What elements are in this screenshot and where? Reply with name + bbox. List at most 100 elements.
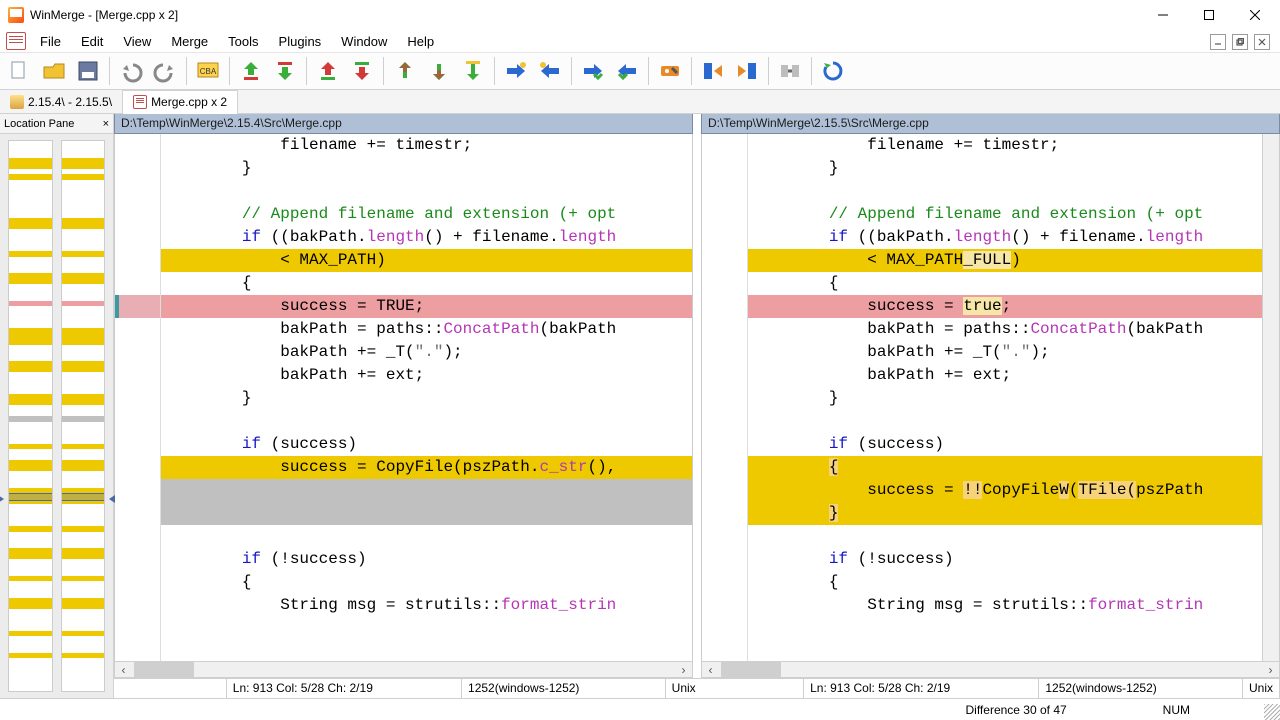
code-line[interactable]: } [161,157,692,180]
code-line[interactable]: if (success) [161,433,692,456]
tab-2-15-4-2-15-5-[interactable]: 2.15.4\ - 2.15.5\ [0,90,123,113]
toolbar-diff-first-green-button[interactable] [235,55,267,87]
code-line[interactable]: } [748,502,1262,525]
toolbar-refresh-button[interactable] [817,55,849,87]
code-line[interactable]: bakPath = paths::ConcatPath(bakPath [161,318,692,341]
code-line[interactable]: < MAX_PATH) [161,249,692,272]
code-line[interactable]: if ((bakPath.length() + filename.length [161,226,692,249]
document-icon[interactable] [6,32,26,50]
gutter-cell [702,548,747,571]
menu-merge[interactable]: Merge [161,32,218,51]
tab-merge-cpp-x-2[interactable]: Merge.cpp x 2 [123,90,238,114]
code-line[interactable]: // Append filename and extension (+ opt [748,203,1262,226]
location-mark [9,251,52,257]
toolbar-settings-wrench-button[interactable] [654,55,686,87]
code-line[interactable]: String msg = strutils::format_strin [161,594,692,617]
menu-edit[interactable]: Edit [71,32,113,51]
toolbar-copy-right-button[interactable] [500,55,532,87]
code-line[interactable]: if (!success) [748,548,1262,571]
code-line[interactable]: filename += timestr; [161,134,692,157]
code-line[interactable] [161,410,692,433]
code-line[interactable]: // Append filename and extension (+ opt [161,203,692,226]
horizontal-scrollbar-left[interactable]: ‹› [114,661,693,678]
code-line[interactable]: bakPath += ext; [161,364,692,387]
code-line[interactable] [161,180,692,203]
code-line[interactable]: { [748,456,1262,479]
code-line[interactable]: String msg = strutils::format_strin [748,594,1262,617]
toolbar-copy-right-adv-button[interactable] [577,55,609,87]
location-cursor[interactable] [9,493,52,501]
doc-icon [133,95,147,109]
toolbar-all-right-button[interactable] [697,55,729,87]
mdi-restore-button[interactable] [1232,34,1248,50]
location-cursor[interactable] [62,493,105,501]
code-line[interactable]: } [748,387,1262,410]
toolbar-jump-down-button[interactable] [423,55,455,87]
toolbar-new-button[interactable] [4,55,36,87]
gutter-cell [702,249,747,272]
toolbar-copy-left-button[interactable] [534,55,566,87]
toolbar-jump-to-button[interactable] [457,55,489,87]
menu-tools[interactable]: Tools [218,32,268,51]
toolbar-redo-button[interactable] [149,55,181,87]
toolbar-all-left-button[interactable] [731,55,763,87]
code-line[interactable]: bakPath += _T("."); [748,341,1262,364]
code-line[interactable]: bakPath += ext; [748,364,1262,387]
code-line[interactable]: { [748,571,1262,594]
code-line[interactable] [748,410,1262,433]
code-line[interactable]: bakPath = paths::ConcatPath(bakPath [748,318,1262,341]
vertical-scrollbar[interactable] [1262,134,1279,661]
code-line[interactable]: } [161,387,692,410]
mdi-close-button[interactable] [1254,34,1270,50]
code-line[interactable]: { [161,272,692,295]
code-line[interactable]: success = !!CopyFileW(TFile(pszPath [748,479,1262,502]
path-label-right[interactable]: D:\Temp\WinMerge\2.15.5\Src\Merge.cpp [701,114,1280,134]
menu-window[interactable]: Window [331,32,397,51]
toolbar-copy-left-adv-button[interactable] [611,55,643,87]
toolbar-open-button[interactable] [38,55,70,87]
code-line[interactable]: { [748,272,1262,295]
minimize-button[interactable] [1140,0,1186,30]
menu-file[interactable]: File [30,32,71,51]
mdi-minimize-button[interactable] [1210,34,1226,50]
close-button[interactable] [1232,0,1278,30]
code-line[interactable]: success = TRUE; [161,295,692,318]
location-strip-left[interactable] [8,140,53,692]
code-line[interactable] [161,502,692,525]
toolbar-undo-button[interactable] [115,55,147,87]
toolbar-merge-center-button[interactable] [774,55,806,87]
code-line[interactable] [161,479,692,502]
gutter-cell [115,318,160,341]
code-line[interactable]: bakPath += _T("."); [161,341,692,364]
code-line[interactable]: { [161,571,692,594]
code-line[interactable]: filename += timestr; [748,134,1262,157]
path-label-left[interactable]: D:\Temp\WinMerge\2.15.4\Src\Merge.cpp [114,114,693,134]
code-line[interactable]: if (success) [748,433,1262,456]
toolbar-highlight-abc-button[interactable]: CBA [192,55,224,87]
menu-view[interactable]: View [113,32,161,51]
code-line[interactable] [748,525,1262,548]
toolbar-jump-up-button[interactable] [389,55,421,87]
code-line[interactable]: < MAX_PATH_FULL) [748,249,1262,272]
location-strip-right[interactable] [61,140,106,692]
toolbar-save-button[interactable] [72,55,104,87]
code-line[interactable]: success = CopyFile(pszPath.c_str(), [161,456,692,479]
location-pane-close-icon[interactable]: × [103,118,109,130]
code-line[interactable] [161,525,692,548]
menu-plugins[interactable]: Plugins [269,32,332,51]
toolbar-diff-last-red-button[interactable] [312,55,344,87]
code-line[interactable]: if ((bakPath.length() + filename.length [748,226,1262,249]
code-line[interactable] [748,180,1262,203]
menu-help[interactable]: Help [397,32,444,51]
maximize-button[interactable] [1186,0,1232,30]
code-right[interactable]: filename += timestr; } // Append filenam… [748,134,1262,617]
toolbar-diff-prev-red-button[interactable] [346,55,378,87]
code-line[interactable]: success = true; [748,295,1262,318]
horizontal-scrollbar-right[interactable]: ‹› [701,661,1280,678]
gutter-cell [702,341,747,364]
toolbar-diff-next-green-button[interactable] [269,55,301,87]
code-left[interactable]: filename += timestr; } // Append filenam… [161,134,692,617]
code-line[interactable]: } [748,157,1262,180]
resize-grip-icon[interactable] [1264,704,1280,720]
code-line[interactable]: if (!success) [161,548,692,571]
